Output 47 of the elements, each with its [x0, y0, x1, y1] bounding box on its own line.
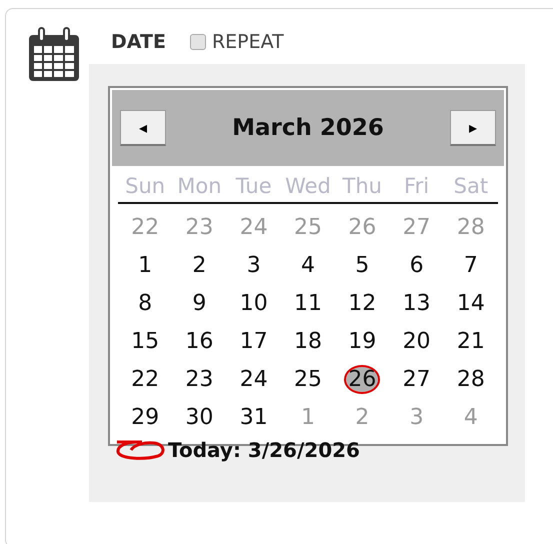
- day-cell[interactable]: 8: [136, 290, 154, 316]
- day-cell[interactable]: 2: [190, 252, 208, 278]
- day-cell[interactable]: 23: [183, 366, 216, 392]
- day-cell[interactable]: 28: [454, 366, 487, 392]
- day-cell[interactable]: 4: [298, 252, 317, 278]
- day-cell[interactable]: 16: [183, 328, 216, 354]
- day-cell[interactable]: 19: [346, 328, 378, 354]
- day-cell[interactable]: 25: [292, 366, 324, 392]
- weekday-label: Sat: [454, 174, 488, 198]
- day-cell[interactable]: 15: [129, 328, 162, 354]
- day-cell[interactable]: 22: [129, 366, 162, 392]
- weekday-label: Wed: [285, 174, 331, 198]
- day-cell[interactable]: 13: [400, 290, 433, 316]
- day-cell[interactable]: 7: [462, 252, 480, 278]
- day-cell[interactable]: 12: [346, 290, 378, 316]
- today-link[interactable]: Today: 3/26/2026: [168, 438, 360, 462]
- day-cell[interactable]: 17: [238, 328, 270, 354]
- weekday-label: Tue: [236, 174, 272, 198]
- day-cell[interactable]: 3: [244, 252, 263, 278]
- day-cell[interactable]: 11: [292, 290, 324, 316]
- day-cell[interactable]: 9: [190, 290, 208, 316]
- day-cell[interactable]: 6: [408, 252, 426, 278]
- day-cell[interactable]: 24: [238, 366, 270, 392]
- previous-month-button[interactable]: ◂: [120, 110, 166, 146]
- day-cell[interactable]: 18: [292, 328, 324, 354]
- day-cell[interactable]: 27: [400, 366, 433, 392]
- scribble-icon: [114, 438, 166, 462]
- day-cell[interactable]: 1: [136, 252, 154, 278]
- weekday-label: Fri: [404, 174, 430, 198]
- date-label: DATE: [111, 31, 166, 53]
- day-cell[interactable]: 5: [353, 252, 372, 278]
- day-cell[interactable]: 21: [454, 328, 487, 354]
- repeat-checkbox[interactable]: [190, 34, 206, 50]
- day-cell[interactable]: 30: [183, 404, 216, 430]
- next-month-button[interactable]: ▸: [450, 110, 496, 146]
- calendar-icon: [27, 25, 81, 83]
- day-cell[interactable]: 10: [238, 290, 270, 316]
- weekday-label: Mon: [177, 174, 222, 198]
- day-cell[interactable]: 14: [454, 290, 487, 316]
- repeat-label: REPEAT: [212, 31, 284, 53]
- day-cell[interactable]: 31: [238, 404, 270, 430]
- day-cell[interactable]: 20: [400, 328, 433, 354]
- day-cell[interactable]: 26: [346, 366, 378, 392]
- month-title: March 2026: [232, 115, 384, 141]
- weekday-label: Sun: [125, 174, 166, 198]
- day-cell[interactable]: 29: [129, 404, 162, 430]
- weekday-label: Thu: [342, 174, 382, 198]
